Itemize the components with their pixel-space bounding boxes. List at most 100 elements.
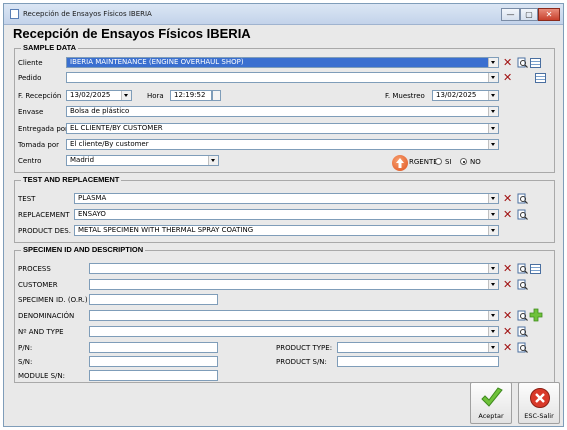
fecha-muestreo-picker[interactable]: 13/02/2025: [432, 90, 499, 101]
product-sn-field[interactable]: [337, 356, 499, 367]
clear-test-icon[interactable]: ✕: [503, 193, 512, 204]
chevron-down-icon[interactable]: [488, 73, 498, 82]
cliente-select[interactable]: IBERIA MAINTENANCE (ENGINE OVERHAUL SHOP…: [66, 57, 499, 68]
page-title: Recepción de Ensayos Físicos IBERIA: [13, 26, 251, 41]
customer-select[interactable]: [89, 279, 499, 290]
hora-value: 12:19:52: [174, 91, 206, 99]
test-value: PLASMA: [78, 194, 107, 202]
chevron-down-icon[interactable]: [488, 210, 498, 219]
chevron-down-icon[interactable]: [488, 327, 498, 336]
fecha-muestreo-value: 13/02/2025: [436, 91, 477, 99]
tomada-value: El cliente/By customer: [70, 140, 149, 148]
title-bar[interactable]: Recepción de Ensayos Físicos IBERIA — ▢ …: [4, 4, 563, 25]
chevron-down-icon[interactable]: [488, 194, 498, 203]
n-and-type-label: Nº AND TYPE: [18, 328, 64, 336]
chevron-down-icon[interactable]: [488, 58, 498, 67]
chevron-down-icon[interactable]: [488, 140, 498, 149]
checkmark-icon: [481, 387, 503, 407]
replacement-label: REPLACEMENT: [18, 211, 70, 219]
test-replacement-group: TEST AND REPLACEMENT TEST PLASMA ✕ REPLA…: [14, 175, 555, 243]
envase-value: Bolsa de plástico: [70, 107, 130, 115]
product-type-select[interactable]: [337, 342, 499, 353]
salir-label: ESC-Salir: [524, 412, 554, 420]
product-des-value: METAL SPECIMEN WITH THERMAL SPRAY COATIN…: [78, 226, 254, 234]
process-select[interactable]: [89, 263, 499, 274]
clear-cliente-icon[interactable]: ✕: [503, 57, 512, 68]
centro-select[interactable]: Madrid: [66, 155, 219, 166]
search-test-icon[interactable]: [517, 193, 528, 204]
search-process-icon[interactable]: [517, 263, 528, 274]
cliente-label: Cliente: [18, 59, 43, 67]
chevron-down-icon[interactable]: [121, 91, 131, 100]
sample-data-title: SAMPLE DATA: [21, 43, 79, 52]
search-replacement-icon[interactable]: [517, 209, 528, 220]
envase-select[interactable]: Bolsa de plástico: [66, 106, 499, 117]
specimen-id-label: SPECIMEN ID. (O.R.): [18, 296, 88, 304]
replacement-value: ENSAYO: [78, 210, 106, 218]
chevron-down-icon[interactable]: [488, 107, 498, 116]
n-and-type-select[interactable]: [89, 326, 499, 337]
search-customer-icon[interactable]: [517, 279, 528, 290]
urgente-si-label: SI: [445, 158, 452, 166]
salir-button[interactable]: ESC-Salir: [518, 382, 560, 424]
chevron-down-icon[interactable]: [488, 226, 498, 235]
fecha-recepcion-picker[interactable]: 13/02/2025: [66, 90, 132, 101]
urgente-no-label: NO: [470, 158, 481, 166]
arrow-up-icon: [396, 158, 404, 168]
entregada-select[interactable]: EL CLIENTE/BY CUSTOMER: [66, 123, 499, 134]
window-title: Recepción de Ensayos Físicos IBERIA: [23, 10, 152, 18]
denominacion-select[interactable]: [89, 310, 499, 321]
add-icon[interactable]: [529, 308, 543, 322]
clear-customer-icon[interactable]: ✕: [503, 279, 512, 290]
module-sn-field[interactable]: [89, 370, 218, 381]
chevron-down-icon[interactable]: [488, 91, 498, 100]
main-window: Recepción de Ensayos Físicos IBERIA — ▢ …: [3, 3, 564, 427]
customer-label: CUSTOMER: [18, 281, 58, 289]
chevron-down-icon[interactable]: [488, 343, 498, 352]
minimize-button[interactable]: —: [501, 8, 520, 21]
urgente-si-radio[interactable]: [435, 158, 442, 165]
sn-field[interactable]: [89, 356, 218, 367]
test-replacement-title: TEST AND REPLACEMENT: [21, 175, 122, 184]
aceptar-button[interactable]: Aceptar: [470, 382, 512, 424]
maximize-button[interactable]: ▢: [520, 8, 538, 21]
tomada-select[interactable]: El cliente/By customer: [66, 139, 499, 150]
clear-denominacion-icon[interactable]: ✕: [503, 310, 512, 321]
replacement-select[interactable]: ENSAYO: [74, 209, 499, 220]
hora-field[interactable]: 12:19:52: [170, 90, 212, 101]
close-button[interactable]: ✕: [538, 8, 560, 21]
module-sn-label: MODULE S/N:: [18, 372, 66, 380]
urgente-label: RGENTE: [409, 158, 438, 166]
chevron-down-icon[interactable]: [208, 156, 218, 165]
clear-n-and-type-icon[interactable]: ✕: [503, 326, 512, 337]
chevron-down-icon[interactable]: [488, 264, 498, 273]
test-select[interactable]: PLASMA: [74, 193, 499, 204]
urgent-arrow-icon[interactable]: [392, 155, 408, 171]
pedido-select[interactable]: [66, 72, 499, 83]
search-n-and-type-icon[interactable]: [517, 326, 528, 337]
list-pedido-icon[interactable]: [535, 73, 546, 83]
clear-product-type-icon[interactable]: ✕: [503, 342, 512, 353]
clear-pedido-icon[interactable]: ✕: [503, 72, 512, 83]
product-des-label: PRODUCT DES.: [18, 227, 71, 235]
specimen-title: SPECIMEN ID AND DESCRIPTION: [21, 245, 146, 254]
urgente-no-radio[interactable]: [460, 158, 467, 165]
search-cliente-icon[interactable]: [517, 57, 528, 68]
specimen-id-field[interactable]: [89, 294, 218, 305]
chevron-down-icon[interactable]: [488, 280, 498, 289]
specimen-group: SPECIMEN ID AND DESCRIPTION PROCESS ✕ CU…: [14, 245, 555, 383]
chevron-down-icon[interactable]: [488, 124, 498, 133]
search-product-type-icon[interactable]: [517, 342, 528, 353]
entregada-value: EL CLIENTE/BY CUSTOMER: [70, 124, 163, 132]
pn-field[interactable]: [89, 342, 218, 353]
hora-spinner[interactable]: [212, 90, 221, 101]
list-process-icon[interactable]: [530, 264, 541, 274]
clear-process-icon[interactable]: ✕: [503, 263, 512, 274]
product-des-select[interactable]: METAL SPECIMEN WITH THERMAL SPRAY COATIN…: [74, 225, 499, 236]
chevron-down-icon[interactable]: [488, 311, 498, 320]
list-cliente-icon[interactable]: [530, 58, 541, 68]
product-sn-label: PRODUCT S/N:: [276, 358, 327, 366]
clear-replacement-icon[interactable]: ✕: [503, 209, 512, 220]
product-type-label: PRODUCT TYPE:: [276, 344, 333, 352]
search-denominacion-icon[interactable]: [517, 310, 528, 321]
